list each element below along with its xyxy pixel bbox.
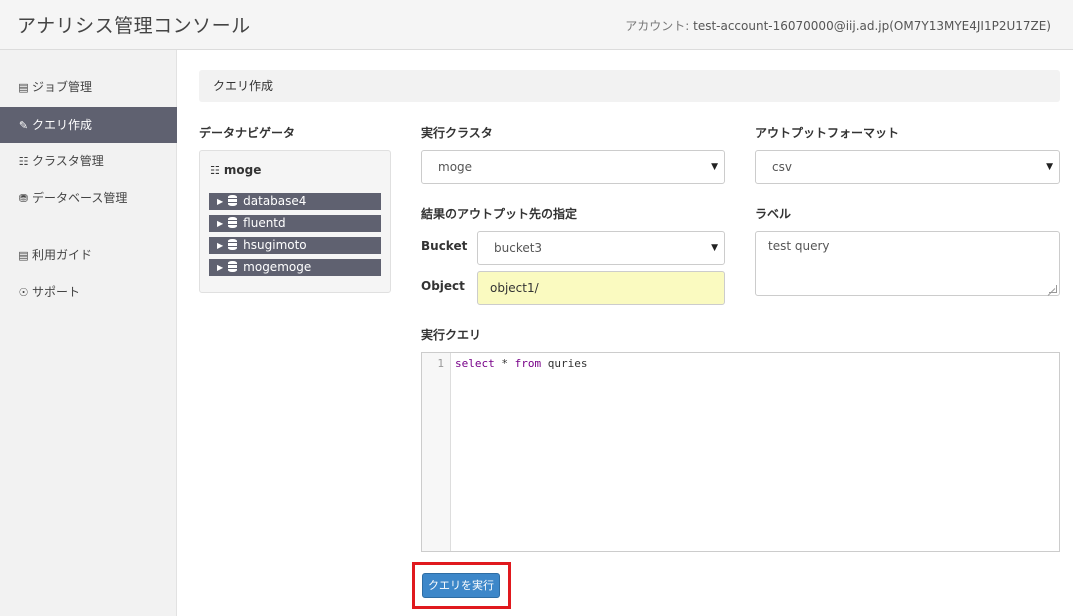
object-input[interactable]: object1/ <box>477 271 725 305</box>
bucket-select[interactable]: bucket3 ▼ <box>477 231 725 265</box>
db-label: fluentd <box>243 216 286 230</box>
label-textarea[interactable]: test query <box>755 231 1060 296</box>
sidebar-item-database-management[interactable]: ⛃ データベース管理 <box>0 180 177 216</box>
query-editor[interactable]: 1 select * from quries <box>421 352 1060 552</box>
cluster-select[interactable]: moge ▼ <box>421 150 725 184</box>
sitemap-icon: ☷ <box>18 155 29 168</box>
label-textarea-value: test query <box>768 239 830 253</box>
breadcrumb: クエリ作成 <box>199 70 1060 102</box>
line-number: 1 <box>437 357 444 370</box>
sidebar-item-cluster-management[interactable]: ☷ クラスタ管理 <box>0 143 177 179</box>
navigator-db-item[interactable]: ▶ fluentd <box>209 215 381 232</box>
cluster-label: 実行クラスタ <box>421 126 493 140</box>
book-icon: ▤ <box>18 249 29 262</box>
format-label: アウトプットフォーマット <box>755 126 900 140</box>
bucket-label: Bucket <box>421 239 468 253</box>
caret-right-icon: ▶ <box>217 219 224 228</box>
breadcrumb-current: クエリ作成 <box>213 79 274 93</box>
caret-right-icon: ▶ <box>217 241 224 250</box>
query-keyword: from <box>514 357 542 370</box>
sidebar-item-usage-guide[interactable]: ▤ 利用ガイド <box>0 237 177 273</box>
database-icon: ⛃ <box>18 192 29 205</box>
list-icon: ▤ <box>18 81 29 94</box>
sidebar-item-label: 利用ガイド <box>32 248 93 262</box>
sidebar-item-label: クエリ作成 <box>32 118 93 132</box>
database-icon <box>228 239 238 250</box>
data-navigator: ☷ moge ▶ database4 ▶ fluentd ▶ hsugimoto ▶ mo… <box>199 150 391 293</box>
format-select-value: csv <box>772 160 792 174</box>
navigator-db-item[interactable]: ▶ database4 <box>209 193 381 210</box>
query-text: * <box>494 357 515 370</box>
account-label: アカウント: <box>625 19 694 33</box>
sidebar-item-label: データベース管理 <box>32 191 128 205</box>
caret-down-icon: ▼ <box>711 243 718 253</box>
account-info: アカウント: test-account-16070000@iij.ad.jp(O… <box>625 17 1051 34</box>
format-select[interactable]: csv ▼ <box>755 150 1060 184</box>
db-label: database4 <box>243 194 307 208</box>
caret-down-icon: ▼ <box>711 162 718 172</box>
caret-right-icon: ▶ <box>217 263 224 272</box>
lifebuoy-icon: ☉ <box>18 286 29 299</box>
highlight-box: クエリを実行 <box>412 562 511 609</box>
caret-right-icon: ▶ <box>217 197 224 206</box>
object-input-value: object1/ <box>490 281 539 295</box>
app-title: アナリシス管理コンソール <box>17 15 251 37</box>
query-label: 実行クエリ <box>421 328 482 342</box>
bucket-select-value: bucket3 <box>494 241 543 255</box>
run-query-button[interactable]: クエリを実行 <box>422 573 500 598</box>
database-icon <box>228 217 238 228</box>
navigator-db-item[interactable]: ▶ hsugimoto <box>209 237 381 254</box>
output-dest-label: 結果のアウトプット先の指定 <box>421 207 578 221</box>
resize-handle-icon[interactable] <box>1049 285 1057 293</box>
caret-down-icon: ▼ <box>1046 162 1053 172</box>
navigator-root-label: moge <box>223 163 262 177</box>
sidebar-item-label: ジョブ管理 <box>32 80 93 94</box>
label-label: ラベル <box>755 207 792 221</box>
query-text: quries <box>541 357 588 370</box>
sidebar-item-label: クラスタ管理 <box>32 154 104 168</box>
db-label: hsugimoto <box>243 238 307 252</box>
query-keyword: select <box>455 357 495 370</box>
cluster-select-value: moge <box>438 160 473 174</box>
account-value: test-account-16070000@iij.ad.jp(OM7Y13MY… <box>693 19 1051 33</box>
navigator-title: データナビゲータ <box>199 126 296 140</box>
sitemap-icon: ☷ <box>210 164 220 177</box>
query-code[interactable]: select * from quries <box>455 357 587 370</box>
sidebar-item-support[interactable]: ☉ サポート <box>0 274 177 310</box>
navigator-db-item[interactable]: ▶ mogemoge <box>209 259 381 276</box>
sidebar-item-label: サポート <box>32 285 81 299</box>
database-icon <box>228 195 238 206</box>
database-icon <box>228 261 238 272</box>
sidebar-item-query-create[interactable]: ✎ クエリ作成 <box>0 107 177 143</box>
sidebar-item-job-management[interactable]: ▤ ジョブ管理 <box>0 69 177 105</box>
edit-icon: ✎ <box>18 119 29 132</box>
db-label: mogemoge <box>243 260 312 274</box>
sidebar: ▤ ジョブ管理 ✎ クエリ作成 ☷ クラスタ管理 ⛃ データベース管理 ▤ 利用ガイド ☉… <box>0 50 177 616</box>
editor-gutter: 1 <box>422 353 451 551</box>
app-header: アナリシス管理コンソール アカウント: test-account-1607000… <box>0 0 1073 50</box>
object-label: Object <box>421 279 465 293</box>
navigator-root[interactable]: ☷ moge <box>210 163 261 177</box>
